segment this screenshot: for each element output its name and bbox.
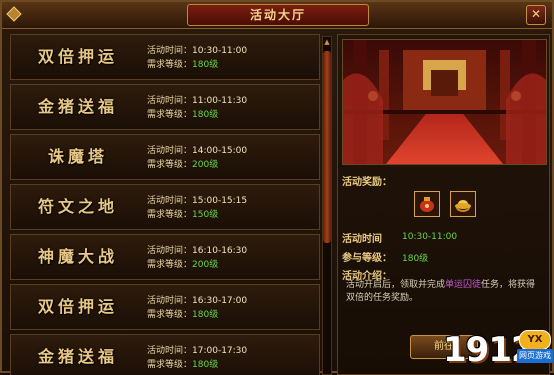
logo-subtitle: 网页游戏	[517, 349, 553, 363]
level-label: 需求等级：	[147, 110, 193, 120]
activity-info: 活动时间：10:30-11:00 需求等级：180级	[147, 44, 247, 72]
reward-item-pouch[interactable]	[414, 191, 440, 217]
activity-time: 10:30-11:00	[192, 46, 248, 56]
level-label: 需求等级：	[147, 210, 193, 220]
activity-row[interactable]: 双倍押运 活动时间：16:30-17:00 需求等级：180级	[10, 284, 320, 330]
site-logo: 1912 YX 网页游戏	[439, 328, 554, 375]
detail-time-label: 活动时间	[342, 234, 382, 245]
activity-row[interactable]: 双倍押运 活动时间：10:30-11:00 需求等级：180级	[10, 34, 320, 80]
activity-name: 符文之地	[37, 197, 118, 216]
intro-text-a: 活动开启后，领取并完成	[346, 280, 446, 290]
logo-badge: YX	[519, 330, 551, 350]
activity-time: 16:10-16:30	[192, 246, 248, 256]
scroll-thumb[interactable]	[323, 51, 331, 243]
activity-level: 150级	[192, 210, 219, 220]
activity-name: 金猪送福	[37, 347, 118, 366]
activity-time: 17:00-17:30	[192, 346, 248, 356]
activity-row[interactable]: 诛魔塔 活动时间：14:00-15:00 需求等级：200级	[10, 134, 320, 180]
activity-row[interactable]: 金猪送福 活动时间：17:00-17:30 需求等级：180级	[10, 334, 320, 375]
level-label: 需求等级：	[147, 360, 193, 370]
level-label: 需求等级：	[147, 160, 193, 170]
activity-time: 15:00-15:15	[192, 196, 248, 206]
activity-info: 活动时间：16:30-17:00 需求等级：180级	[147, 294, 247, 322]
activity-list: 双倍押运 活动时间：10:30-11:00 需求等级：180级 金猪送福 活动时…	[10, 34, 320, 375]
activity-level: 200级	[192, 160, 219, 170]
scroll-up-arrow-icon[interactable]: ▲	[323, 38, 331, 46]
activity-row[interactable]: 符文之地 活动时间：15:00-15:15 需求等级：150级	[10, 184, 320, 230]
reward-label: 活动奖励：	[342, 177, 392, 188]
activity-info: 活动时间：11:00-11:30 需求等级：180级	[147, 94, 247, 122]
activity-time: 16:30-17:00	[192, 296, 248, 306]
level-label: 需求等级：	[147, 310, 193, 320]
activity-row[interactable]: 金猪送福 活动时间：11:00-11:30 需求等级：180级	[10, 84, 320, 130]
activity-time: 14:00-15:00	[192, 146, 248, 156]
activity-preview-image	[342, 39, 547, 165]
time-label: 活动时间：	[147, 46, 193, 56]
detail-level-value: 180级	[402, 254, 429, 264]
activity-name: 诛魔塔	[47, 147, 108, 166]
window-title: 活动大厅	[187, 4, 369, 26]
time-label: 活动时间：	[147, 196, 193, 206]
activity-name: 双倍押运	[37, 297, 118, 316]
gem-ornament-icon	[6, 6, 22, 22]
activity-name: 神魔大战	[37, 247, 118, 266]
gold-ingot-icon	[455, 200, 471, 212]
time-label: 活动时间：	[147, 346, 193, 356]
level-label: 需求等级：	[147, 260, 193, 270]
activity-info: 活动时间：17:00-17:30 需求等级：180级	[147, 344, 247, 372]
activity-hall-window: 活动大厅 ✕ 双倍押运 活动时间：10:30-11:00 需求等级：180级 金…	[0, 0, 554, 375]
activity-name: 双倍押运	[37, 47, 118, 66]
activity-level: 200级	[192, 260, 219, 270]
detail-level-label: 参与等级：	[342, 253, 392, 264]
activity-level: 180级	[192, 310, 219, 320]
activity-info: 活动时间：15:00-15:15 需求等级：150级	[147, 194, 247, 222]
intro-quest-link[interactable]: 单运囚徒	[445, 280, 481, 290]
list-scrollbar[interactable]: ▲	[322, 36, 332, 375]
time-label: 活动时间：	[147, 296, 193, 306]
activity-row[interactable]: 神魔大战 活动时间：16:10-16:30 需求等级：200级	[10, 234, 320, 280]
throne-hall-illustration	[343, 40, 546, 164]
intro-text: 活动开启后，领取并完成单运囚徒任务，将获得双倍的任务奖励。	[346, 279, 542, 305]
activity-info: 活动时间：14:00-15:00 需求等级：200级	[147, 144, 247, 172]
activity-name: 金猪送福	[37, 97, 118, 116]
activity-level: 180级	[192, 110, 219, 120]
time-label: 活动时间：	[147, 96, 193, 106]
title-bar: 活动大厅 ✕	[2, 2, 552, 29]
close-button[interactable]: ✕	[526, 5, 546, 25]
activity-detail-panel: 活动奖励： 活动时间 10:30-11:00 参与等级： 180级 活动介绍： …	[337, 34, 550, 375]
time-label: 活动时间：	[147, 146, 193, 156]
activity-info: 活动时间：16:10-16:30 需求等级：200级	[147, 244, 247, 272]
time-label: 活动时间：	[147, 246, 193, 256]
pouch-icon	[420, 197, 434, 212]
detail-time-value: 10:30-11:00	[402, 232, 458, 242]
activity-time: 11:00-11:30	[192, 96, 248, 106]
reward-item-ingot[interactable]	[450, 191, 476, 217]
activity-level: 180级	[192, 360, 219, 370]
activity-level: 180级	[192, 60, 219, 70]
level-label: 需求等级：	[147, 60, 193, 70]
